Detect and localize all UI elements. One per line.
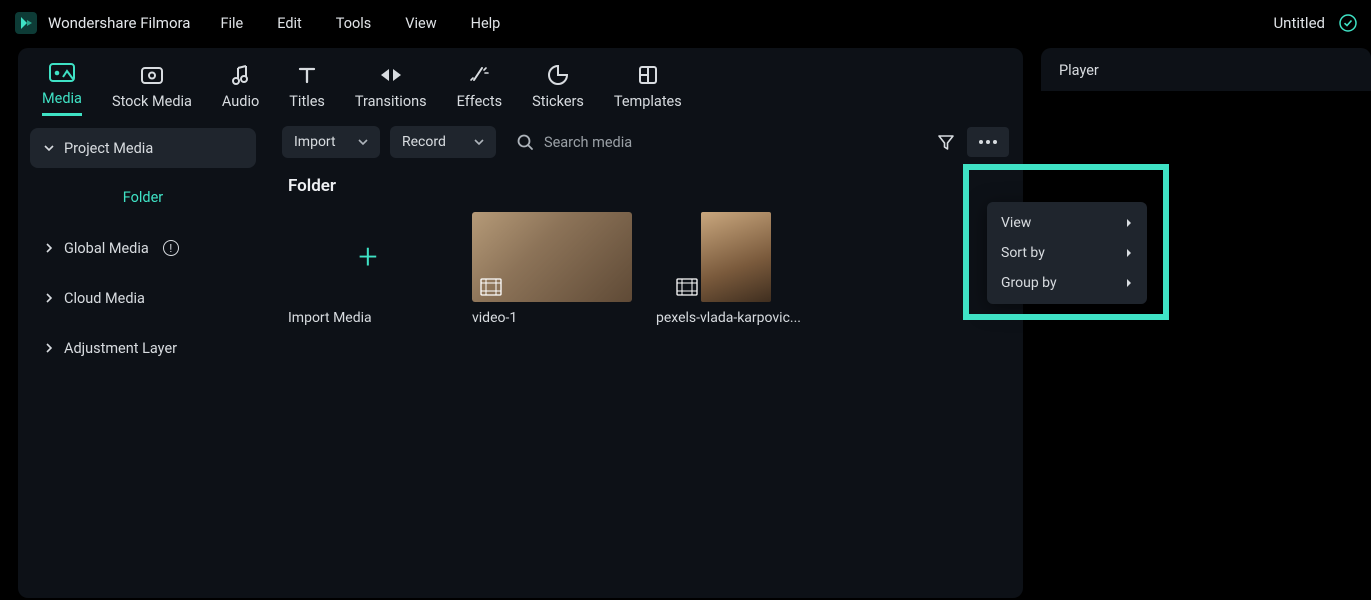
sidebar-item-adjustment-layer[interactable]: Adjustment Layer — [30, 328, 256, 368]
filmora-logo-icon — [14, 11, 38, 35]
chevron-down-icon — [358, 137, 368, 147]
effects-icon — [468, 63, 490, 87]
tile-import-media[interactable]: + Import Media — [288, 212, 448, 326]
media-icon — [49, 60, 75, 84]
record-dropdown[interactable]: Record — [390, 126, 496, 158]
context-menu: View Sort by Group by — [987, 202, 1147, 304]
workspace: Media Stock Media Audio Titles — [0, 46, 1371, 598]
video-thumb — [656, 212, 816, 302]
menu-help[interactable]: Help — [471, 15, 501, 32]
sidebar-item-project-media[interactable]: Project Media — [30, 128, 256, 168]
content-toolbar: Import Record — [268, 116, 1023, 168]
chevron-right-icon — [44, 293, 54, 303]
import-thumb: + — [288, 212, 448, 302]
sidebar-item-cloud-media[interactable]: Cloud Media — [30, 278, 256, 318]
titlebar: Wondershare Filmora File Edit Tools View… — [0, 0, 1371, 46]
chevron-right-icon — [1125, 248, 1133, 258]
sidebar-item-label: Adjustment Layer — [64, 340, 177, 357]
search-icon — [516, 133, 534, 151]
ctx-view[interactable]: View — [987, 208, 1147, 238]
templates-icon — [637, 63, 659, 87]
menubar: File Edit Tools View Help — [220, 15, 500, 32]
search-box[interactable] — [506, 126, 925, 158]
sidebar-item-global-media[interactable]: Global Media ! — [30, 228, 256, 268]
ctx-label: Group by — [1001, 275, 1057, 291]
sidebar-sub-label: Folder — [123, 189, 163, 206]
tab-stickers-label: Stickers — [532, 93, 584, 110]
chevron-down-icon — [44, 143, 54, 153]
tile-video-2[interactable]: pexels-vlada-karpovic... — [656, 212, 816, 326]
transitions-icon — [378, 63, 404, 87]
filter-icon[interactable] — [935, 131, 957, 153]
titles-icon — [296, 63, 318, 87]
stickers-icon — [547, 63, 569, 87]
ctx-group-by[interactable]: Group by — [987, 268, 1147, 298]
titlebar-right: Untitled — [1273, 14, 1357, 32]
menu-view[interactable]: View — [405, 15, 436, 32]
sidebar-item-label: Global Media — [64, 240, 149, 257]
ctx-label: View — [1001, 215, 1031, 231]
chevron-right-icon — [44, 243, 54, 253]
save-status-icon — [1339, 14, 1357, 32]
tile-label: video-1 — [472, 310, 632, 326]
chevron-right-icon — [44, 343, 54, 353]
tab-templates-label: Templates — [614, 93, 682, 110]
tab-audio-label: Audio — [222, 93, 259, 110]
plus-icon: + — [358, 237, 377, 277]
tab-stickers[interactable]: Stickers — [532, 63, 584, 116]
tab-media-label: Media — [42, 90, 82, 107]
tab-stock-label: Stock Media — [112, 93, 192, 110]
sidebar-item-label: Project Media — [64, 140, 153, 157]
media-grid: + Import Media video-1 — [268, 212, 1023, 326]
stock-media-icon — [139, 63, 165, 87]
ellipsis-icon — [978, 139, 998, 145]
chevron-right-icon — [1125, 218, 1133, 228]
player-viewport[interactable] — [1041, 91, 1371, 581]
ctx-sort-by[interactable]: Sort by — [987, 238, 1147, 268]
import-label: Import — [294, 134, 336, 150]
info-icon: ! — [163, 240, 179, 256]
tab-transitions[interactable]: Transitions — [355, 63, 427, 116]
tile-label: pexels-vlada-karpovic... — [656, 310, 816, 326]
audio-icon — [230, 63, 252, 87]
folder-heading: Folder — [268, 168, 1023, 212]
player-panel: Player — [1041, 48, 1371, 598]
media-content: Import Record — [268, 116, 1023, 598]
media-panel: Media Stock Media Audio Titles — [18, 48, 1023, 598]
tab-media[interactable]: Media — [42, 60, 82, 116]
tab-stock-media[interactable]: Stock Media — [112, 63, 192, 116]
app-name: Wondershare Filmora — [48, 14, 190, 32]
record-label: Record — [402, 134, 446, 150]
menu-file[interactable]: File — [220, 15, 243, 32]
app-logo-group: Wondershare Filmora — [14, 11, 190, 35]
sidebar-sub-folder[interactable]: Folder — [30, 178, 256, 216]
panel-body: Project Media Folder Global Media ! — [18, 116, 1023, 598]
ctx-label: Sort by — [1001, 245, 1045, 261]
more-options-button[interactable] — [967, 127, 1009, 157]
menu-edit[interactable]: Edit — [277, 15, 302, 32]
tab-effects-label: Effects — [457, 93, 503, 110]
tab-templates[interactable]: Templates — [614, 63, 682, 116]
tab-titles[interactable]: Titles — [289, 63, 325, 116]
import-dropdown[interactable]: Import — [282, 126, 380, 158]
menu-tools[interactable]: Tools — [336, 15, 372, 32]
tab-effects[interactable]: Effects — [457, 63, 503, 116]
film-icon — [676, 278, 698, 296]
tile-video-1[interactable]: video-1 — [472, 212, 632, 326]
tab-titles-label: Titles — [289, 93, 325, 110]
player-header: Player — [1041, 48, 1371, 91]
video-thumb — [472, 212, 632, 302]
media-sidebar: Project Media Folder Global Media ! — [18, 116, 268, 598]
panel-tabstrip: Media Stock Media Audio Titles — [18, 48, 1023, 116]
film-icon — [480, 278, 502, 296]
tab-transitions-label: Transitions — [355, 93, 427, 110]
sidebar-item-label: Cloud Media — [64, 290, 145, 307]
search-input[interactable] — [544, 134, 915, 151]
chevron-right-icon — [1125, 278, 1133, 288]
document-title[interactable]: Untitled — [1273, 14, 1325, 32]
tile-label: Import Media — [288, 310, 448, 326]
tab-audio[interactable]: Audio — [222, 63, 259, 116]
chevron-down-icon — [474, 137, 484, 147]
